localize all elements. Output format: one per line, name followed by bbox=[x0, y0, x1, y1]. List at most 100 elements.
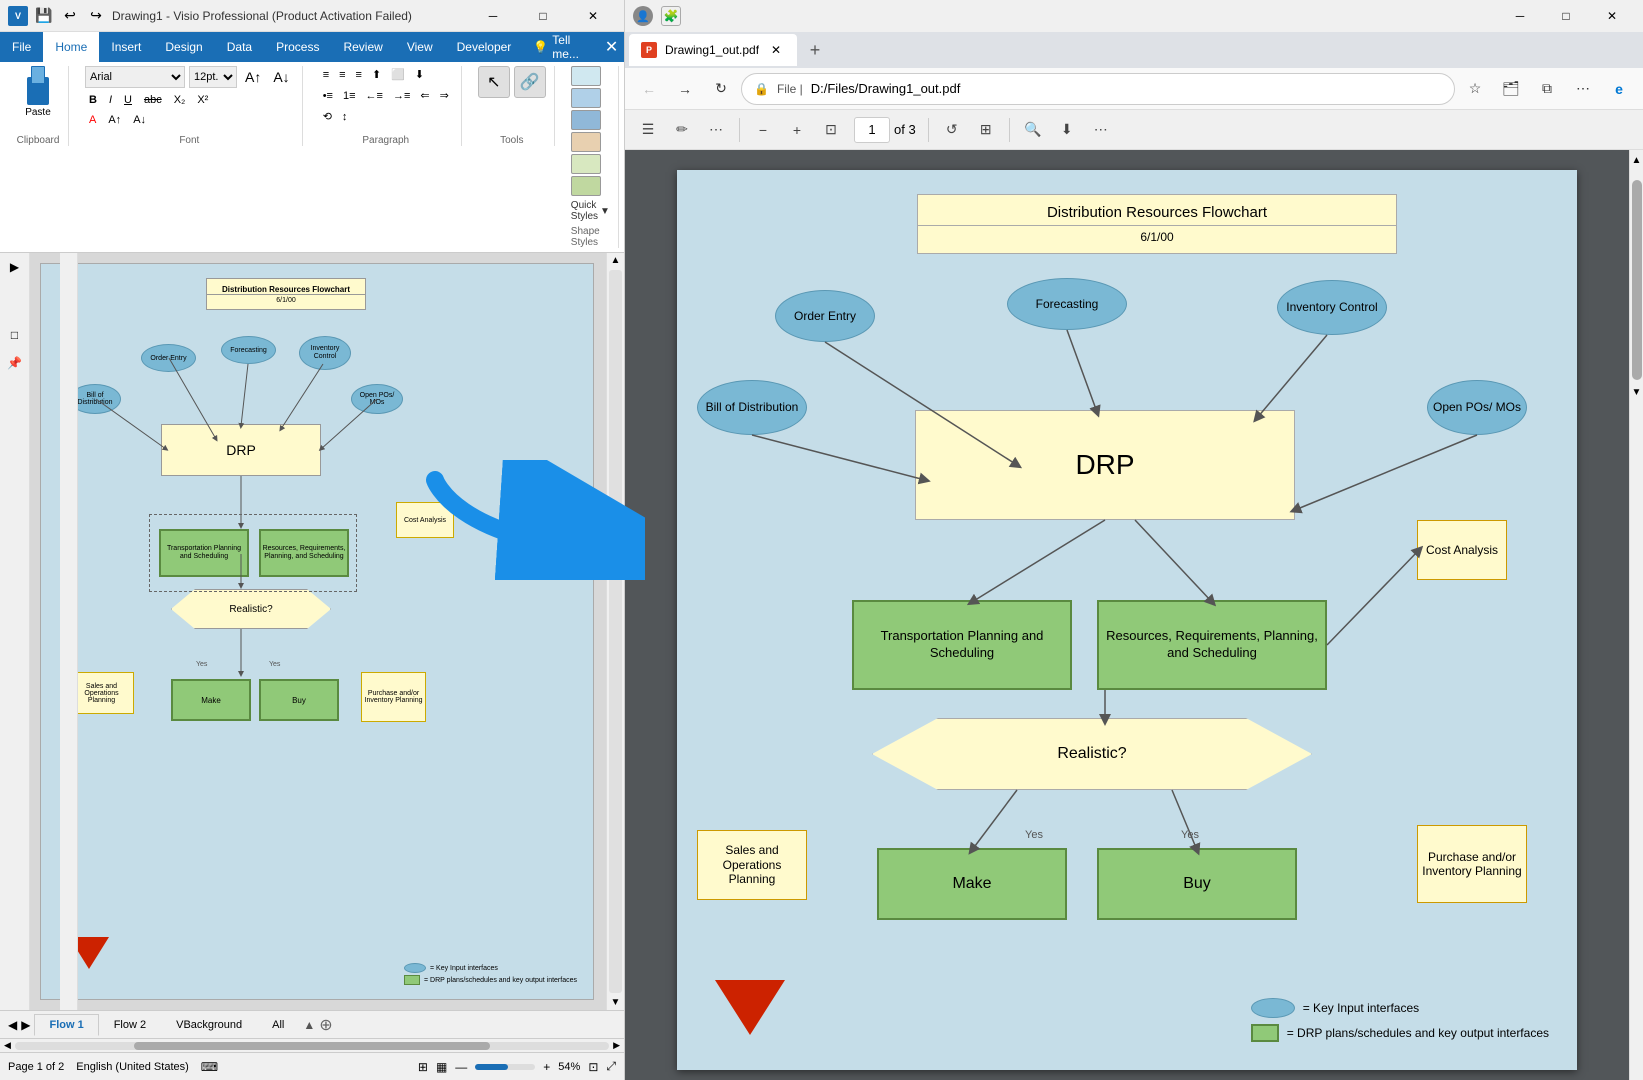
pdf-scroll-thumb[interactable] bbox=[1632, 180, 1642, 380]
pin-btn[interactable]: 📌 bbox=[5, 353, 25, 373]
pdf-close-btn[interactable]: ✕ bbox=[1589, 0, 1635, 32]
font-color-btn[interactable]: A bbox=[85, 112, 100, 128]
numbering-btn[interactable]: 1≡ bbox=[339, 87, 360, 104]
sidebar-toggle-btn[interactable]: ☰ bbox=[633, 116, 663, 144]
connector-tool[interactable]: 🔗 bbox=[514, 66, 546, 98]
indent-more-btn[interactable]: →≡ bbox=[389, 87, 414, 104]
tab-file[interactable]: File bbox=[0, 32, 43, 62]
page-number-input[interactable]: 1 bbox=[854, 117, 890, 143]
fit-page-pdf-btn[interactable]: ⊡ bbox=[816, 116, 846, 144]
tab-insert[interactable]: Insert bbox=[99, 32, 153, 62]
subscript-btn[interactable]: X₂ bbox=[170, 92, 190, 108]
print-btn[interactable]: ⊞ bbox=[971, 116, 1001, 144]
align-bottom-btn[interactable]: ⬇ bbox=[411, 66, 428, 83]
new-sheet-btn[interactable]: ⊕ bbox=[319, 1015, 332, 1035]
zoom-out-pdf-btn[interactable]: − bbox=[748, 116, 778, 144]
redo-quick-btn[interactable]: ↪ bbox=[86, 6, 106, 26]
tab-process[interactable]: Process bbox=[264, 32, 331, 62]
scroll-right-h[interactable]: ▶ bbox=[613, 1040, 620, 1051]
tab-design[interactable]: Design bbox=[153, 32, 214, 62]
horiz-scrollbar[interactable]: ◀ ▶ bbox=[0, 1038, 624, 1052]
strikethrough-btn[interactable]: abc bbox=[140, 92, 166, 108]
sheet-tab-flow1[interactable]: Flow 1 bbox=[34, 1014, 98, 1036]
more-tools-btn[interactable]: ⋯ bbox=[701, 116, 731, 144]
url-bar[interactable]: 🔒 File | D:/Files/Drawing1_out.pdf bbox=[741, 73, 1455, 105]
user-icon[interactable]: 👤 bbox=[633, 6, 653, 26]
italic-btn[interactable]: I bbox=[105, 92, 116, 108]
para-spacing-btn[interactable]: ↕ bbox=[338, 108, 352, 125]
close-btn[interactable]: ✕ bbox=[570, 0, 616, 32]
shrink-font2-btn[interactable]: A↓ bbox=[129, 112, 150, 128]
zoom-slider[interactable] bbox=[475, 1064, 535, 1070]
star-btn[interactable]: ☆ bbox=[1459, 73, 1491, 105]
zoom-in-btn[interactable]: + bbox=[543, 1060, 550, 1074]
style-6[interactable] bbox=[571, 176, 601, 196]
font-size-select[interactable]: 12pt. bbox=[189, 66, 237, 88]
view-normal-btn[interactable]: ⊞ bbox=[418, 1060, 428, 1074]
minimize-btn[interactable]: ─ bbox=[470, 0, 516, 32]
edge-icon[interactable]: e bbox=[1603, 73, 1635, 105]
new-tab-btn[interactable]: + bbox=[801, 36, 829, 64]
pdf-scroll-down[interactable]: ▼ bbox=[1630, 382, 1643, 402]
tab-close-btn[interactable]: ✕ bbox=[767, 41, 785, 59]
pointer-tool[interactable]: ↖ bbox=[478, 66, 510, 98]
scroll-right-btn[interactable]: ▶ bbox=[21, 1018, 30, 1032]
shrink-font-btn[interactable]: A↓ bbox=[269, 67, 293, 87]
extension-icon[interactable]: 🧩 bbox=[661, 6, 681, 26]
align-left-btn[interactable]: ≡ bbox=[319, 66, 333, 83]
style-5[interactable] bbox=[571, 154, 601, 174]
pdf-maximize-btn[interactable]: □ bbox=[1543, 0, 1589, 32]
rotate-btn[interactable]: ↺ bbox=[937, 116, 967, 144]
style-4[interactable] bbox=[571, 132, 601, 152]
ribbon-close-icon[interactable]: ✕ bbox=[599, 32, 624, 62]
maximize-btn[interactable]: □ bbox=[520, 0, 566, 32]
style-3[interactable] bbox=[571, 110, 601, 130]
indent-less-btn[interactable]: ←≡ bbox=[362, 87, 387, 104]
fit-page-btn[interactable]: ⊡ bbox=[588, 1060, 598, 1074]
tab-view[interactable]: View bbox=[395, 32, 445, 62]
shapes-panel-btn[interactable]: □ bbox=[5, 325, 25, 345]
search-pdf-btn[interactable]: 🔍 bbox=[1018, 116, 1048, 144]
pdf-scroll-up[interactable]: ▲ bbox=[1630, 150, 1643, 170]
visio-canvas[interactable]: Distribution Resources Flowchart 6/1/00 … bbox=[30, 253, 624, 1010]
paste-button[interactable]: Paste bbox=[16, 66, 60, 118]
scroll-left-h[interactable]: ◀ bbox=[4, 1040, 11, 1051]
zoom-out-btn[interactable]: — bbox=[455, 1060, 467, 1074]
scroll-thumb-h[interactable] bbox=[134, 1042, 490, 1050]
tell-me-box[interactable]: 💡 Tell me... bbox=[523, 33, 599, 61]
back-btn[interactable]: ← bbox=[633, 73, 665, 105]
tab-review[interactable]: Review bbox=[331, 32, 394, 62]
ltr-btn[interactable]: ⇒ bbox=[436, 87, 453, 104]
align-middle-btn[interactable]: ⬜ bbox=[387, 66, 409, 83]
pdf-minimize-btn[interactable]: ─ bbox=[1497, 0, 1543, 32]
view-slide-btn[interactable]: ▦ bbox=[436, 1060, 447, 1074]
undo-quick-btn[interactable]: ↩ bbox=[60, 6, 80, 26]
collections-btn[interactable]: 🗂 bbox=[1495, 73, 1527, 105]
text-dir-btn[interactable]: ⟲ bbox=[319, 108, 336, 125]
align-right-btn[interactable]: ≡ bbox=[352, 66, 366, 83]
rtl-btn[interactable]: ⇐ bbox=[416, 87, 433, 104]
superscript-btn[interactable]: X² bbox=[193, 92, 212, 108]
pdf-scroll-track[interactable]: ▲ ▼ bbox=[1629, 150, 1643, 1080]
forward-btn[interactable]: → bbox=[669, 73, 701, 105]
more-pdf-btn[interactable]: ⋯ bbox=[1086, 116, 1116, 144]
tab-home[interactable]: Home bbox=[43, 32, 99, 62]
right-scrollbar[interactable]: ▲ ▼ bbox=[606, 253, 624, 1010]
scroll-left-btn[interactable]: ◀ bbox=[8, 1018, 17, 1032]
zoom-in-pdf-btn[interactable]: + bbox=[782, 116, 812, 144]
full-screen-btn[interactable]: ⤢ bbox=[606, 1059, 616, 1074]
split-btn[interactable]: ⧉ bbox=[1531, 73, 1563, 105]
settings-btn[interactable]: ⋯ bbox=[1567, 73, 1599, 105]
style-2[interactable] bbox=[571, 88, 601, 108]
bullets-btn[interactable]: •≡ bbox=[319, 87, 337, 104]
grow-font2-btn[interactable]: A↑ bbox=[104, 112, 125, 128]
align-center-btn[interactable]: ≡ bbox=[335, 66, 349, 83]
refresh-btn[interactable]: ↻ bbox=[705, 73, 737, 105]
pdf-scroll[interactable]: Distribution Resources Flowchart 6/1/00 … bbox=[625, 150, 1629, 1080]
sheet-tab-flow2[interactable]: Flow 2 bbox=[99, 1014, 161, 1035]
draw-tool-btn[interactable]: ✏ bbox=[667, 116, 697, 144]
underline-btn[interactable]: U bbox=[120, 92, 136, 108]
bold-btn[interactable]: B bbox=[85, 92, 101, 108]
font-name-select[interactable]: Arial bbox=[85, 66, 185, 88]
align-top-btn[interactable]: ⬆ bbox=[368, 66, 385, 83]
